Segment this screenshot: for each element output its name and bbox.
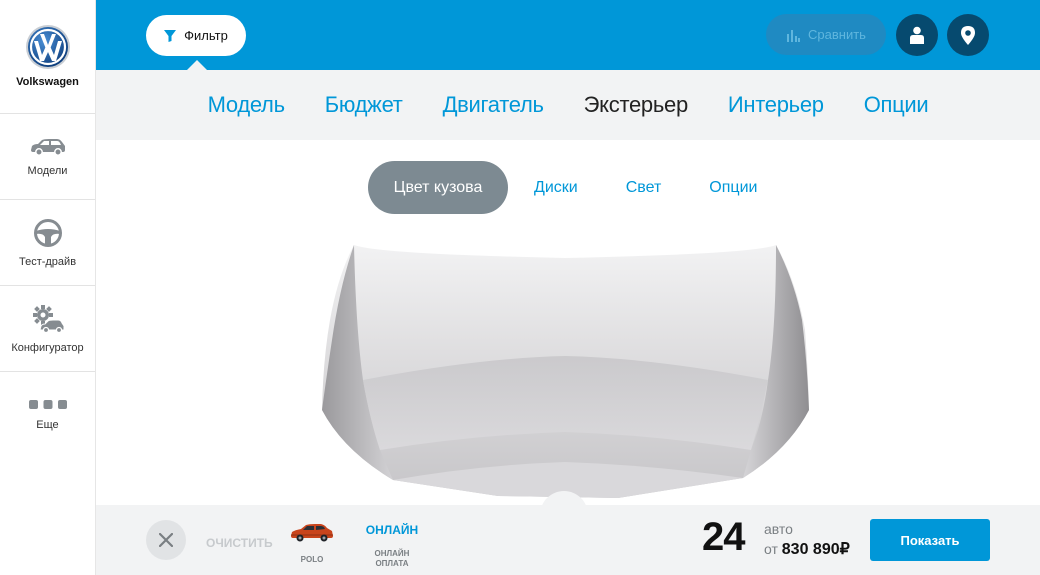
user-icon	[910, 26, 924, 44]
price-value: 830 890₽	[781, 541, 850, 558]
vw-logo-icon	[25, 25, 70, 69]
tab-budget[interactable]: Бюджет	[325, 92, 403, 118]
model-filter-chip[interactable]: POLO	[288, 521, 336, 569]
filter-pointer	[187, 60, 207, 70]
user-button[interactable]	[896, 14, 938, 56]
main-nav: Модель Бюджет Двигатель Экстерьер Интерь…	[96, 70, 1040, 140]
top-bar: Фильтр Сравнить	[96, 0, 1040, 70]
brand-name: Volkswagen	[16, 76, 79, 88]
subtab-body-color[interactable]: Цвет кузова	[368, 161, 508, 214]
bottom-bar-handle[interactable]	[540, 491, 588, 539]
compare-button[interactable]: Сравнить	[766, 14, 886, 55]
result-count-unit: авто	[764, 521, 793, 537]
car-icon	[30, 138, 65, 156]
filter-button[interactable]: Фильтр	[146, 15, 246, 56]
subtab-lights[interactable]: Свет	[602, 161, 686, 214]
sidebar-item-label: Тест-драйв	[18, 255, 77, 268]
sidebar: Volkswagen Модели Тест-драйв Конфигурато…	[0, 0, 96, 575]
tab-model[interactable]: Модель	[208, 92, 285, 118]
price-from: от 830 890₽	[764, 539, 850, 559]
sidebar-item-label: Модели	[27, 164, 68, 177]
car-hood-image	[322, 245, 809, 498]
close-icon	[159, 533, 173, 547]
location-button[interactable]	[947, 14, 989, 56]
tab-engine[interactable]: Двигатель	[443, 92, 544, 118]
exterior-subtabs: Цвет кузова Диски Свет Опции	[368, 161, 781, 214]
sidebar-item-label: Конфигуратор	[11, 341, 84, 354]
tab-options[interactable]: Опции	[864, 92, 929, 118]
subtab-options[interactable]: Опции	[685, 161, 781, 214]
funnel-icon	[164, 29, 177, 42]
brand[interactable]: Volkswagen	[0, 0, 95, 114]
sidebar-item-label: Еще	[36, 419, 59, 431]
polo-car-icon	[291, 524, 333, 542]
tab-exterior[interactable]: Экстерьер	[584, 92, 689, 118]
bottom-bar: ОЧИСТИТЬ POLO ОНЛАЙН ОНЛАЙН ОПЛАТА 24 ав…	[96, 491, 1040, 575]
model-chip-label: POLO	[300, 555, 324, 564]
filter-label: Фильтр	[184, 28, 228, 43]
chart-bars-icon	[787, 29, 801, 42]
more-dots-icon	[28, 400, 67, 409]
online-chip-title: ОНЛАЙН	[365, 523, 419, 537]
tab-interior[interactable]: Интерьер	[728, 92, 824, 118]
compare-label: Сравнить	[808, 27, 866, 42]
price-prefix: от	[764, 541, 778, 557]
steering-wheel-icon	[33, 218, 62, 247]
location-pin-icon	[961, 25, 975, 45]
clear-button[interactable]	[146, 520, 186, 560]
subtab-wheels[interactable]: Диски	[510, 161, 602, 214]
online-chip-caption: ОНЛАЙН ОПЛАТА	[374, 549, 410, 568]
clear-label[interactable]: ОЧИСТИТЬ	[206, 536, 273, 550]
sidebar-item-test-drive[interactable]: Тест-драйв	[0, 200, 95, 286]
sidebar-item-configurator[interactable]: Конфигуратор	[0, 286, 95, 372]
sidebar-item-models[interactable]: Модели	[0, 114, 95, 200]
show-results-button[interactable]: Показать	[870, 519, 990, 561]
result-count: 24	[702, 515, 745, 559]
online-payment-chip[interactable]: ОНЛАЙН ОНЛАЙН ОПЛАТА	[364, 523, 420, 569]
configurator-gear-car-icon	[32, 304, 64, 333]
sidebar-item-more[interactable]: Еще	[0, 372, 95, 458]
